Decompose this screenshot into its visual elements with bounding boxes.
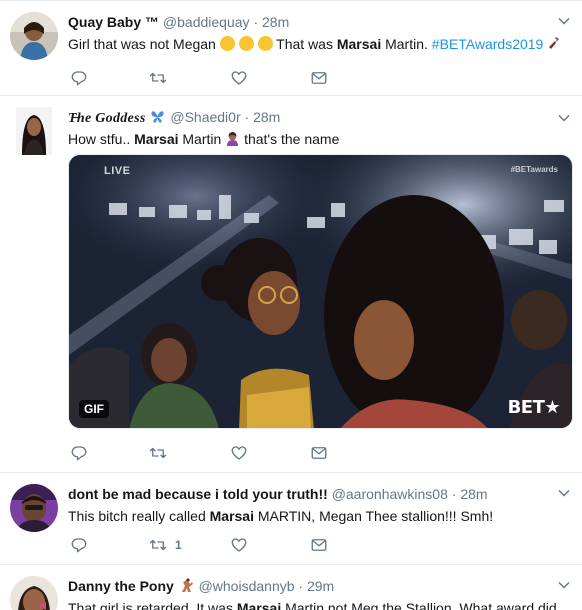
message-button[interactable] [310, 443, 328, 463]
avatar[interactable] [10, 576, 58, 610]
reply-icon [71, 538, 87, 553]
reply-icon [71, 71, 87, 86]
laughing-emoji [238, 36, 254, 51]
like-button[interactable] [230, 535, 256, 555]
tweet[interactable]: dont be mad because i told your truth!! … [0, 473, 582, 565]
text-part: Martin not Meg the Stallion. What award … [281, 600, 557, 610]
avatar[interactable] [10, 12, 58, 60]
chevron-down-icon[interactable] [558, 15, 570, 27]
gif-media[interactable]: LIVE #BETawards BET★ GIF [68, 154, 573, 429]
text-part: That was [272, 36, 337, 52]
like-icon [231, 538, 247, 552]
laughing-emoji [257, 36, 273, 51]
retweet-button[interactable] [149, 68, 175, 88]
reply-button[interactable] [70, 535, 96, 555]
tweet-actions [68, 443, 388, 463]
timestamp[interactable]: 28m [262, 14, 289, 30]
reply-button[interactable] [70, 68, 96, 88]
highlight-term: Marsai [134, 131, 179, 147]
tweet-actions [68, 68, 388, 88]
timestamp[interactable]: 28m [460, 486, 487, 502]
hashtag-link[interactable]: #BETAwards2019 [432, 36, 544, 52]
tweet-header: Quay Baby ™ @baddiequay · 28m [68, 12, 562, 32]
text-part: MARTIN, Megan Thee stallion!!! Smh! [253, 508, 494, 524]
message-button[interactable] [310, 68, 328, 88]
retweet-icon [149, 72, 167, 84]
text-part: Martin [178, 131, 226, 147]
bottle-emoji [549, 37, 560, 49]
laughing-emoji [219, 36, 235, 51]
message-icon [311, 539, 327, 551]
tweet-text: This bitch really called Marsai MARTIN, … [68, 506, 562, 526]
highlight-term: Marsai [336, 36, 382, 52]
tweet-header: dont be mad because i told your truth!! … [68, 484, 562, 504]
tweet[interactable]: Danny the Pony @whoisdannyb · 29m That g… [0, 565, 582, 610]
text-part: How stfu.. [68, 131, 135, 147]
text-part: This bitch really called [68, 508, 210, 524]
chevron-down-icon[interactable] [558, 579, 570, 591]
reply-icon [71, 446, 87, 461]
separator: · [451, 486, 457, 502]
handle[interactable]: @whoisdannyb [199, 578, 295, 594]
text-part: Martin. [381, 36, 432, 52]
retweet-button[interactable]: 1 [149, 535, 182, 555]
text-part: that's the name [240, 131, 340, 147]
avatar[interactable] [10, 484, 58, 532]
tweet-actions: 1 [68, 535, 388, 555]
butterfly-emoji [151, 111, 165, 123]
like-button[interactable] [230, 68, 256, 88]
retweet-icon [149, 447, 167, 459]
tweet-text: Girl that was not Megan That was Marsai … [68, 34, 562, 54]
message-icon [311, 447, 327, 459]
handle[interactable]: @Shaedi0r [170, 109, 240, 125]
retweet-button[interactable] [149, 443, 175, 463]
gif-frame [69, 155, 572, 428]
tweet-text: That girl is retarded. It was Marsai Mar… [68, 598, 562, 610]
reply-button[interactable] [70, 443, 96, 463]
tweet-text: How stfu.. Marsai Martin that's the name [68, 129, 562, 149]
message-icon [311, 72, 327, 84]
display-name[interactable]: T̶he Goddess [68, 111, 146, 126]
tweet-header: T̶he Goddess @Shaedi0r · 28m [68, 107, 562, 127]
highlight-term: Marsai [209, 508, 254, 524]
text-part: That girl is retarded. It was [68, 600, 237, 610]
gif-badge: GIF [79, 400, 109, 418]
dancer-emoji [181, 578, 193, 592]
timeline: Quay Baby ™ @baddiequay · 28m Girl that … [0, 0, 582, 610]
handle[interactable]: @aaronhawkins08 [332, 486, 448, 502]
display-name[interactable]: Quay Baby ™ [68, 14, 159, 30]
retweet-icon [149, 539, 167, 551]
tweet-content: dont be mad because i told your truth!! … [68, 484, 562, 526]
corner-tag: #BETawards [510, 165, 558, 174]
like-icon [231, 71, 247, 85]
timestamp[interactable]: 29m [307, 578, 334, 594]
highlight-term: Marsai [236, 600, 282, 610]
like-button[interactable] [230, 443, 256, 463]
tweet-header: Danny the Pony @whoisdannyb · 29m [68, 576, 562, 596]
separator: · [253, 14, 259, 30]
separator: · [298, 578, 304, 594]
handle[interactable]: @baddiequay [163, 14, 250, 30]
message-button[interactable] [310, 535, 328, 555]
tweet-content: Danny the Pony @whoisdannyb · 29m That g… [68, 576, 562, 610]
timestamp[interactable]: 28m [253, 109, 280, 125]
live-tag: LIVE [104, 165, 131, 177]
bet-logo: BET★ [507, 397, 561, 418]
chevron-down-icon[interactable] [558, 487, 570, 499]
retweet-count: 1 [175, 538, 182, 552]
avatar[interactable] [16, 107, 52, 155]
like-icon [231, 446, 247, 460]
chevron-down-icon[interactable] [558, 112, 570, 124]
tweet[interactable]: T̶he Goddess @Shaedi0r · 28m How stfu.. … [0, 96, 582, 473]
text-part: Girl that was not Megan [68, 36, 220, 52]
display-name[interactable]: dont be mad because i told your truth!! [68, 486, 328, 502]
tweet-content: Quay Baby ™ @baddiequay · 28m Girl that … [68, 12, 562, 54]
woman-emoji [227, 132, 239, 146]
separator: · [244, 109, 250, 125]
tweet-content: T̶he Goddess @Shaedi0r · 28m How stfu.. … [68, 107, 562, 149]
display-name[interactable]: Danny the Pony [68, 578, 174, 594]
tweet[interactable]: Quay Baby ™ @baddiequay · 28m Girl that … [0, 1, 582, 96]
